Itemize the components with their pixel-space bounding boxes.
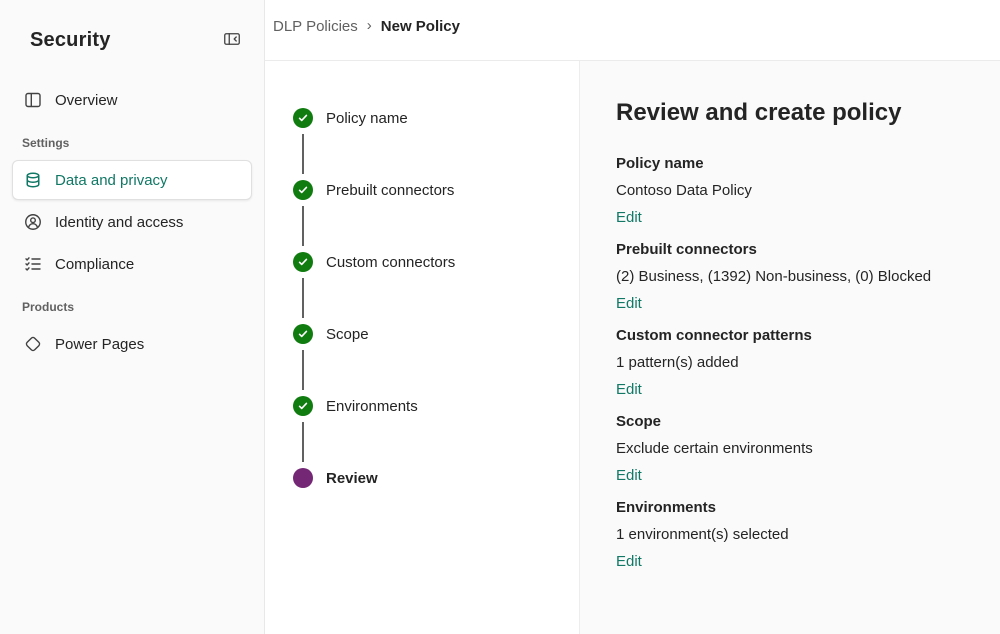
- step-connector: [302, 134, 304, 174]
- topbar: DLP Policies › New Policy: [265, 0, 1000, 61]
- breadcrumb-dlp-policies[interactable]: DLP Policies: [273, 18, 358, 35]
- edit-scope-link[interactable]: Edit: [616, 465, 642, 486]
- step-connector: [302, 206, 304, 246]
- step-label: Environments: [326, 398, 418, 415]
- step-label: Custom connectors: [326, 254, 455, 271]
- step-prebuilt-connectors[interactable]: Prebuilt connectors: [293, 180, 579, 200]
- sidebar-section-products: Products: [12, 286, 252, 322]
- power-pages-icon: [23, 334, 43, 354]
- step-complete-icon: [293, 180, 313, 200]
- step-label: Review: [326, 470, 378, 487]
- edit-prebuilt-connectors-link[interactable]: Edit: [616, 293, 642, 314]
- sidebar-item-label: Power Pages: [55, 336, 144, 353]
- review-section-value: 1 pattern(s) added: [616, 352, 960, 373]
- edit-environments-link[interactable]: Edit: [616, 551, 642, 572]
- edit-policy-name-link[interactable]: Edit: [616, 207, 642, 228]
- review-section-value: Exclude certain environments: [616, 438, 960, 459]
- step-connector: [302, 278, 304, 318]
- review-section-heading: Prebuilt connectors: [616, 239, 960, 260]
- sidebar-item-label: Compliance: [55, 256, 134, 273]
- review-section-scope: Scope Exclude certain environments Edit: [616, 411, 960, 486]
- step-connector: [302, 350, 304, 390]
- sidebar-item-compliance[interactable]: Compliance: [12, 244, 252, 284]
- step-policy-name[interactable]: Policy name: [293, 108, 579, 128]
- review-section-heading: Scope: [616, 411, 960, 432]
- step-environments[interactable]: Environments: [293, 396, 579, 416]
- step-complete-icon: [293, 108, 313, 128]
- review-panel: Review and create policy Policy name Con…: [579, 61, 1000, 634]
- step-complete-icon: [293, 324, 313, 344]
- main-area: DLP Policies › New Policy Policy name: [265, 0, 1000, 634]
- sidebar-item-overview[interactable]: Overview: [12, 80, 252, 120]
- review-section-prebuilt-connectors: Prebuilt connectors (2) Business, (1392)…: [616, 239, 960, 314]
- chevron-right-icon: ›: [367, 17, 372, 34]
- review-section-heading: Custom connector patterns: [616, 325, 960, 346]
- sidebar-item-identity-and-access[interactable]: Identity and access: [12, 202, 252, 242]
- collapse-pane-icon: [222, 29, 242, 52]
- task-list-icon: [23, 254, 43, 274]
- review-section-value: Contoso Data Policy: [616, 180, 960, 201]
- page-title: Review and create policy: [616, 99, 960, 127]
- step-label: Policy name: [326, 110, 408, 127]
- overview-icon: [23, 90, 43, 110]
- breadcrumb-new-policy: New Policy: [381, 18, 460, 35]
- step-scope[interactable]: Scope: [293, 324, 579, 344]
- step-label: Prebuilt connectors: [326, 182, 454, 199]
- review-section-environments: Environments 1 environment(s) selected E…: [616, 497, 960, 572]
- step-label: Scope: [326, 326, 369, 343]
- sidebar-nav: Overview Settings Data and privacy: [12, 80, 252, 364]
- step-current-icon: [293, 468, 313, 488]
- review-section-value: (2) Business, (1392) Non-business, (0) B…: [616, 266, 960, 287]
- person-circle-icon: [23, 212, 43, 232]
- sidebar-item-power-pages[interactable]: Power Pages: [12, 324, 252, 364]
- sidebar-item-label: Identity and access: [55, 214, 183, 231]
- app-window: Security Overvi: [0, 0, 1000, 634]
- review-section-policy-name: Policy name Contoso Data Policy Edit: [616, 153, 960, 228]
- step-complete-icon: [293, 252, 313, 272]
- review-section-heading: Environments: [616, 497, 960, 518]
- sidebar-item-label: Overview: [55, 92, 118, 109]
- sidebar-item-data-and-privacy[interactable]: Data and privacy: [12, 160, 252, 200]
- database-icon: [23, 170, 43, 190]
- step-connector: [302, 422, 304, 462]
- review-section-heading: Policy name: [616, 153, 960, 174]
- wizard-stepper: Policy name Prebuilt connectors Custom c…: [265, 61, 579, 634]
- sidebar: Security Overvi: [0, 0, 265, 634]
- collapse-pane-button[interactable]: [216, 24, 248, 56]
- content: Policy name Prebuilt connectors Custom c…: [265, 61, 1000, 634]
- step-custom-connectors[interactable]: Custom connectors: [293, 252, 579, 272]
- step-review[interactable]: Review: [293, 468, 579, 488]
- sidebar-header: Security: [12, 24, 252, 56]
- review-section-custom-connector-patterns: Custom connector patterns 1 pattern(s) a…: [616, 325, 960, 400]
- review-section-value: 1 environment(s) selected: [616, 524, 960, 545]
- sidebar-item-label: Data and privacy: [55, 172, 168, 189]
- sidebar-section-settings: Settings: [12, 122, 252, 158]
- sidebar-title: Security: [30, 29, 111, 52]
- edit-custom-connector-patterns-link[interactable]: Edit: [616, 379, 642, 400]
- step-complete-icon: [293, 396, 313, 416]
- breadcrumb: DLP Policies › New Policy: [273, 18, 1000, 35]
